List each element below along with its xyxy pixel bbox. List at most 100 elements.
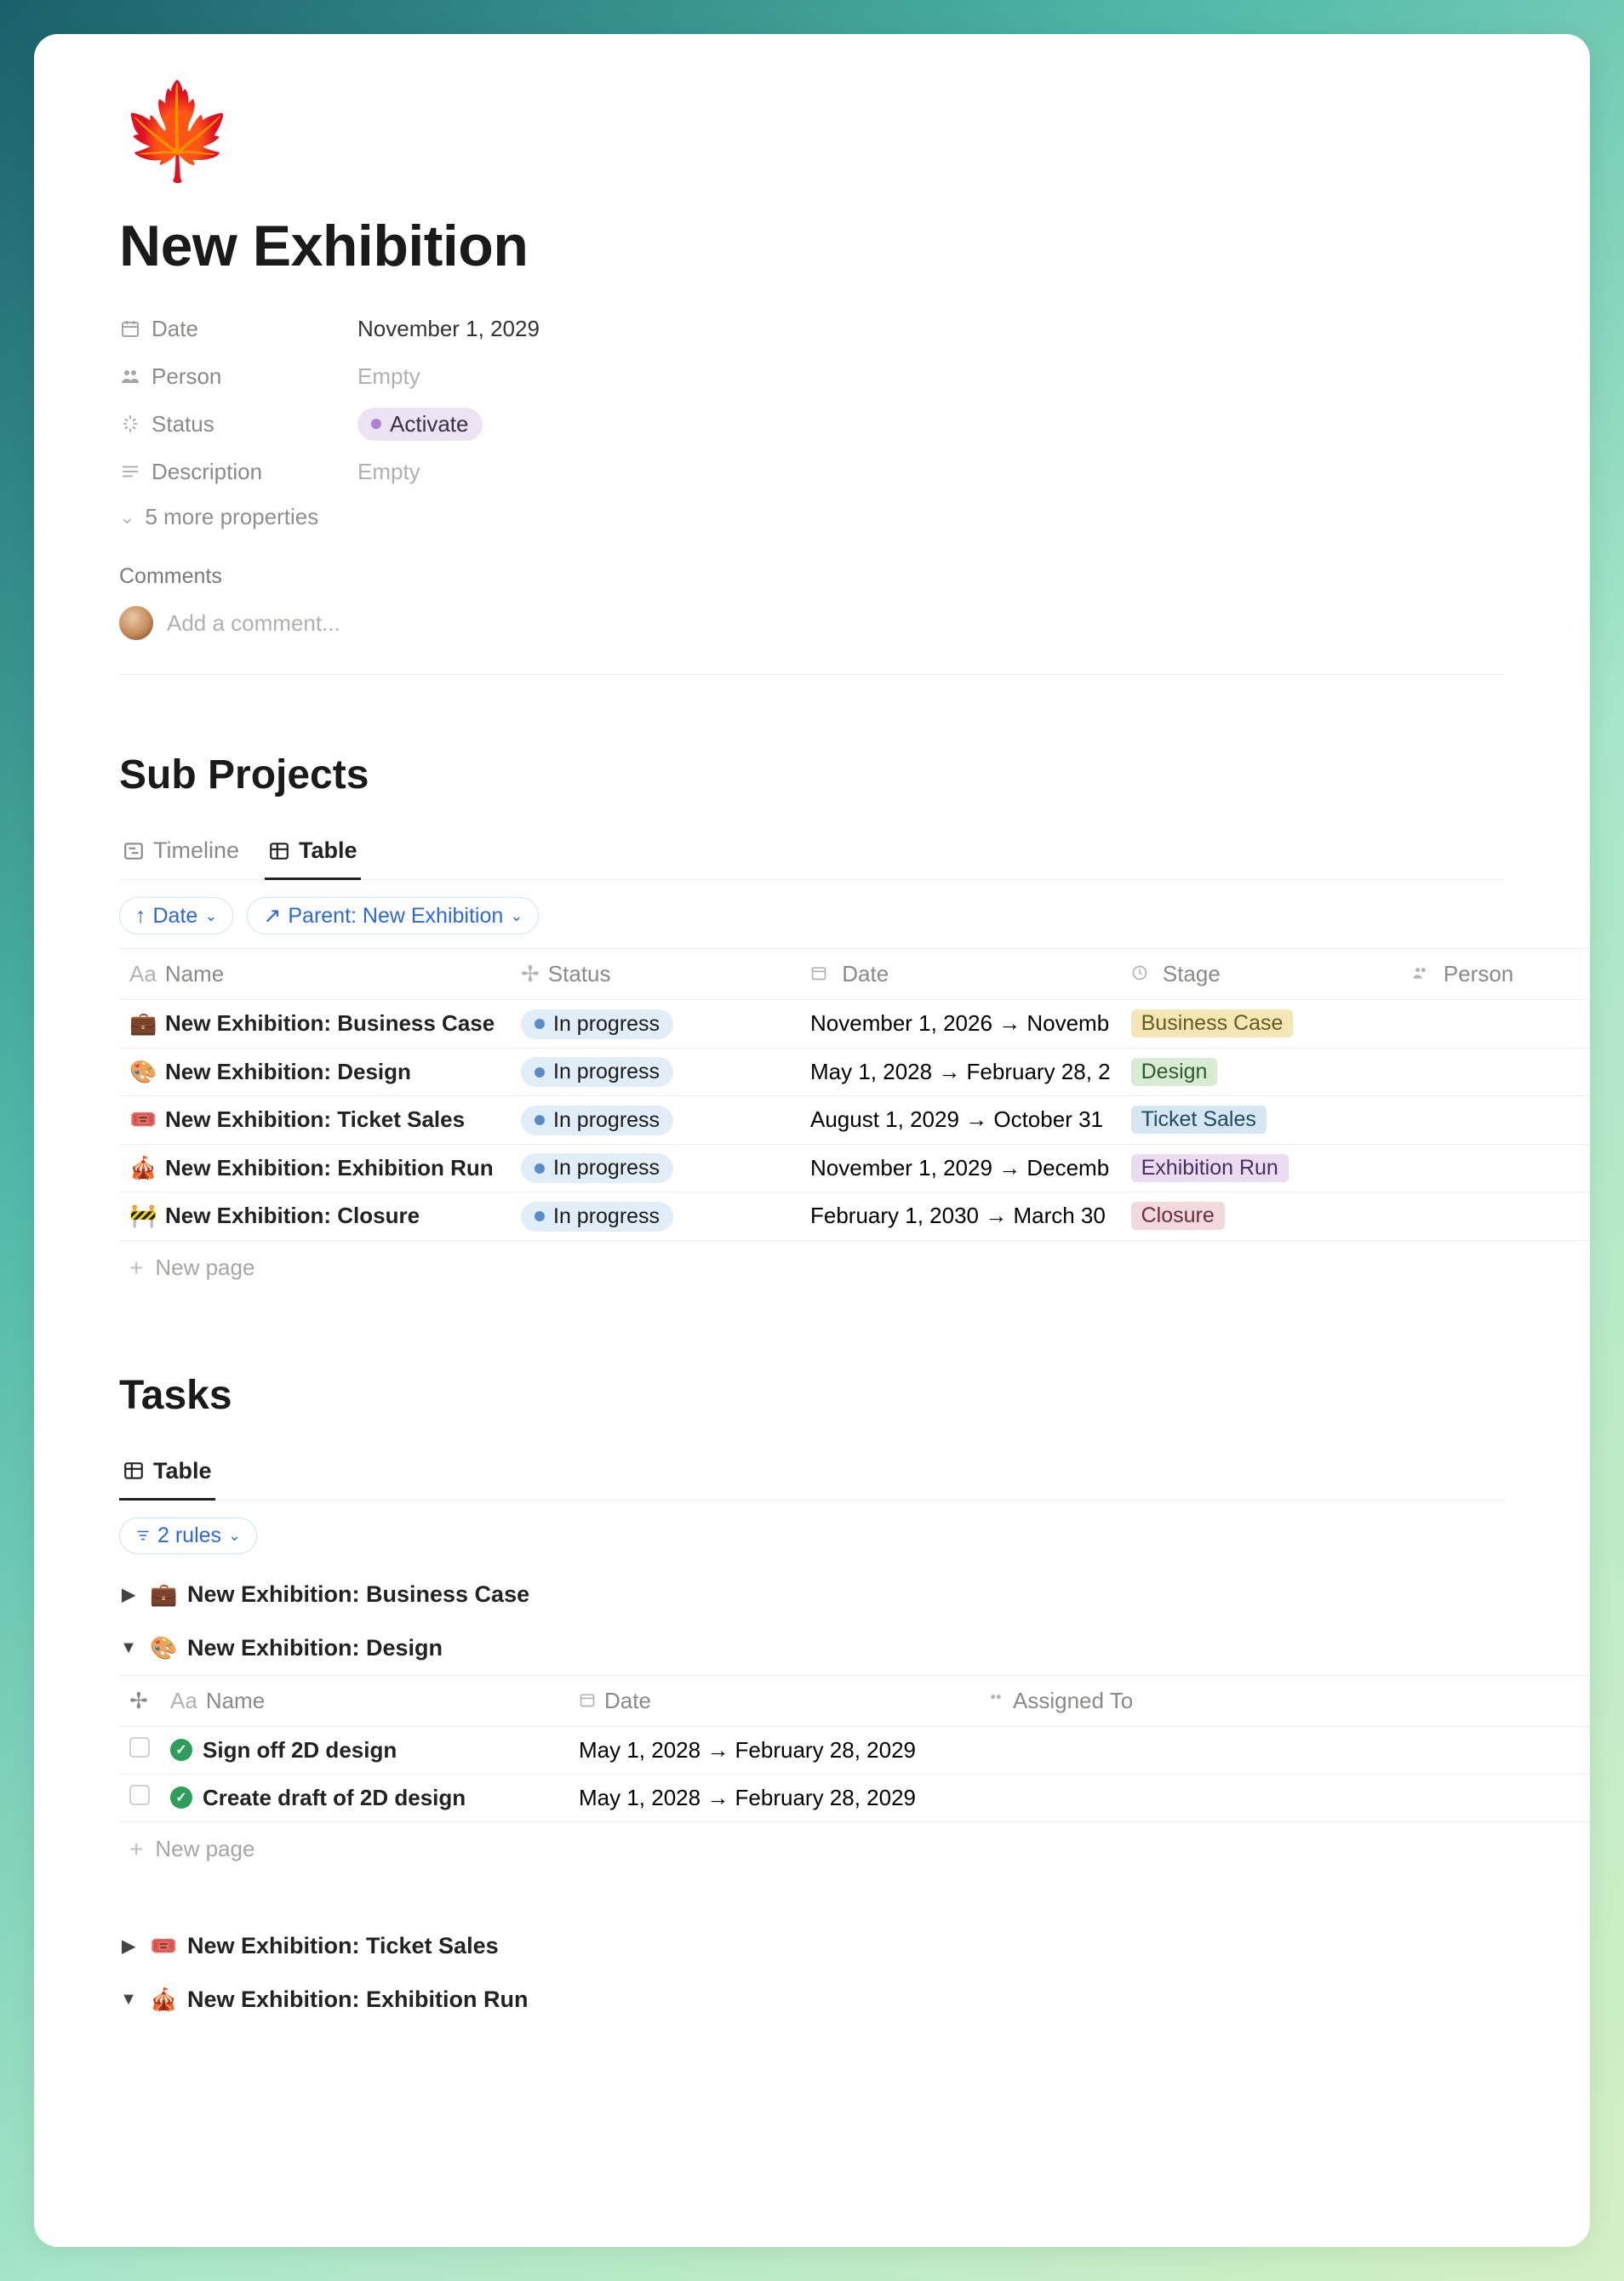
avatar xyxy=(119,606,153,640)
group-icon: 💼 xyxy=(150,1581,175,1608)
table-row[interactable]: 🎨New Exhibition: Design In progress May … xyxy=(119,1048,1590,1096)
status-chip[interactable]: In progress xyxy=(521,1057,673,1087)
new-page-label: New page xyxy=(155,1255,254,1281)
col-date[interactable]: Date xyxy=(604,1688,651,1713)
status-pill[interactable]: Activate xyxy=(357,408,483,441)
new-page-label: New page xyxy=(155,1836,254,1862)
col-name[interactable]: Name xyxy=(165,961,224,986)
col-date[interactable]: Date xyxy=(842,961,889,986)
page-title[interactable]: New Exhibition xyxy=(119,213,1505,279)
tasks-tabs: Table xyxy=(119,1436,1505,1501)
tasks-heading[interactable]: Tasks xyxy=(119,1372,1505,1419)
property-status[interactable]: Status Activate xyxy=(119,400,1505,448)
group-toggle-icon[interactable]: ▼ xyxy=(119,1990,138,2009)
tasks-new-page[interactable]: +New page xyxy=(119,1822,1505,1877)
group-toggle-icon[interactable]: ▶ xyxy=(119,1935,138,1957)
col-assigned[interactable]: Assigned To xyxy=(1013,1688,1133,1713)
row-date: November 1, 2029 → Decemb xyxy=(800,1144,1121,1192)
more-properties-toggle[interactable]: ⌄ 5 more properties xyxy=(119,504,318,530)
text-icon xyxy=(119,462,141,481)
row-icon: 🚧 xyxy=(129,1203,155,1229)
subprojects-table: AaName ✢Status Date Stage Person 💼New Ex… xyxy=(119,948,1590,1241)
property-date[interactable]: Date November 1, 2029 xyxy=(119,305,1505,352)
tab-tasks-table[interactable]: Table xyxy=(119,1448,215,1501)
task-checkbox[interactable] xyxy=(129,1737,150,1758)
tab-tasks-table-label: Table xyxy=(153,1458,212,1484)
filter-rules-label: 2 rules xyxy=(157,1524,221,1548)
property-person[interactable]: Person Empty xyxy=(119,352,1505,400)
subprojects-heading[interactable]: Sub Projects xyxy=(119,752,1505,798)
status-dot xyxy=(535,1067,545,1078)
row-icon: 🎨 xyxy=(129,1059,155,1085)
row-date: August 1, 2029 → October 31 xyxy=(800,1096,1121,1145)
status-dot xyxy=(535,1019,545,1029)
task-row[interactable]: ✓Sign off 2D design May 1, 2028 → Februa… xyxy=(119,1726,1590,1774)
description-value[interactable]: Empty xyxy=(357,459,420,485)
task-group-header[interactable]: ▶ 💼 New Exhibition: Business Case xyxy=(119,1568,1505,1621)
group-toggle-icon[interactable]: ▼ xyxy=(119,1638,138,1658)
date-col-icon xyxy=(810,961,833,986)
table-row[interactable]: 🎪New Exhibition: Exhibition Run In progr… xyxy=(119,1144,1590,1192)
filter-rules[interactable]: 2 rules ⌄ xyxy=(119,1518,257,1554)
filter-parent[interactable]: ↗ Parent: New Exhibition ⌄ xyxy=(247,897,539,935)
arrow-up-icon: ↑ xyxy=(135,904,146,929)
property-description[interactable]: Description Empty xyxy=(119,448,1505,495)
chevron-down-icon: ⌄ xyxy=(510,907,523,925)
row-date: May 1, 2028 → February 28, 2 xyxy=(800,1048,1121,1096)
row-name-text: New Exhibition: Ticket Sales xyxy=(165,1106,465,1133)
stage-chip[interactable]: Business Case xyxy=(1131,1009,1294,1038)
stage-chip[interactable]: Design xyxy=(1131,1058,1218,1086)
comment-input-row[interactable]: Add a comment... xyxy=(119,606,1505,640)
task-date: May 1, 2028 → February 28, 2029 xyxy=(569,1726,977,1774)
arrow-upright-icon: ↗ xyxy=(263,903,281,929)
task-checkbox[interactable] xyxy=(129,1785,150,1805)
group-title: New Exhibition: Exhibition Run xyxy=(187,1987,528,2013)
col-status[interactable]: Status xyxy=(548,961,611,986)
table-row[interactable]: 🎟️New Exhibition: Ticket Sales In progre… xyxy=(119,1096,1590,1145)
group-icon: 🎪 xyxy=(150,1987,175,2013)
table-row[interactable]: 🚧New Exhibition: Closure In progress Feb… xyxy=(119,1192,1590,1241)
row-icon: 🎪 xyxy=(129,1155,155,1181)
col-person[interactable]: Person xyxy=(1444,961,1513,986)
tab-table[interactable]: Table xyxy=(265,827,361,880)
page-icon[interactable]: 🍁 xyxy=(119,85,1505,179)
status-col-icon: ✢ xyxy=(521,961,540,986)
stage-chip[interactable]: Exhibition Run xyxy=(1131,1154,1289,1182)
status-icon xyxy=(119,414,141,433)
subprojects-new-page[interactable]: + New page xyxy=(119,1241,1505,1295)
chevron-down-icon: ⌄ xyxy=(204,907,217,925)
chevron-down-icon: ⌄ xyxy=(119,506,134,529)
task-group-header[interactable]: ▶ 🎟️ New Exhibition: Ticket Sales xyxy=(119,1919,1505,1973)
filter-date-label: Date xyxy=(153,904,198,929)
filter-sort-date[interactable]: ↑ Date ⌄ xyxy=(119,897,233,935)
group-toggle-icon[interactable]: ▶ xyxy=(119,1584,138,1605)
comment-placeholder[interactable]: Add a comment... xyxy=(167,610,340,637)
status-chip[interactable]: In progress xyxy=(521,1009,673,1039)
status-chip[interactable]: In progress xyxy=(521,1106,673,1135)
tab-timeline[interactable]: Timeline xyxy=(119,827,243,880)
status-dot xyxy=(535,1211,545,1221)
check-circle-icon: ✓ xyxy=(170,1739,192,1761)
stage-chip[interactable]: Ticket Sales xyxy=(1131,1106,1267,1134)
col-name[interactable]: Name xyxy=(206,1688,265,1713)
status-chip[interactable]: In progress xyxy=(521,1153,673,1183)
person-col-icon xyxy=(1412,961,1435,986)
timeline-icon xyxy=(123,840,145,862)
row-name-text: New Exhibition: Closure xyxy=(165,1203,420,1229)
status-chip[interactable]: In progress xyxy=(521,1202,673,1232)
status-text: In progress xyxy=(553,1012,660,1037)
col-stage[interactable]: Stage xyxy=(1163,961,1221,986)
stage-chip[interactable]: Closure xyxy=(1131,1202,1225,1230)
date-value[interactable]: November 1, 2029 xyxy=(357,316,540,342)
people-icon xyxy=(119,366,141,386)
task-row[interactable]: ✓Create draft of 2D design May 1, 2028 →… xyxy=(119,1774,1590,1821)
table-row[interactable]: 💼New Exhibition: Business Case In progre… xyxy=(119,1000,1590,1049)
filter-parent-label: Parent: New Exhibition xyxy=(288,904,503,929)
task-group-header[interactable]: ▼ 🎪 New Exhibition: Exhibition Run xyxy=(119,1973,1505,2027)
person-value[interactable]: Empty xyxy=(357,363,420,390)
subprojects-tabs: Timeline Table xyxy=(119,815,1505,880)
status-dot xyxy=(371,419,381,429)
more-properties-label: 5 more properties xyxy=(145,504,318,530)
row-icon: 💼 xyxy=(129,1010,155,1037)
task-group-header[interactable]: ▼ 🎨 New Exhibition: Design xyxy=(119,1621,1505,1675)
